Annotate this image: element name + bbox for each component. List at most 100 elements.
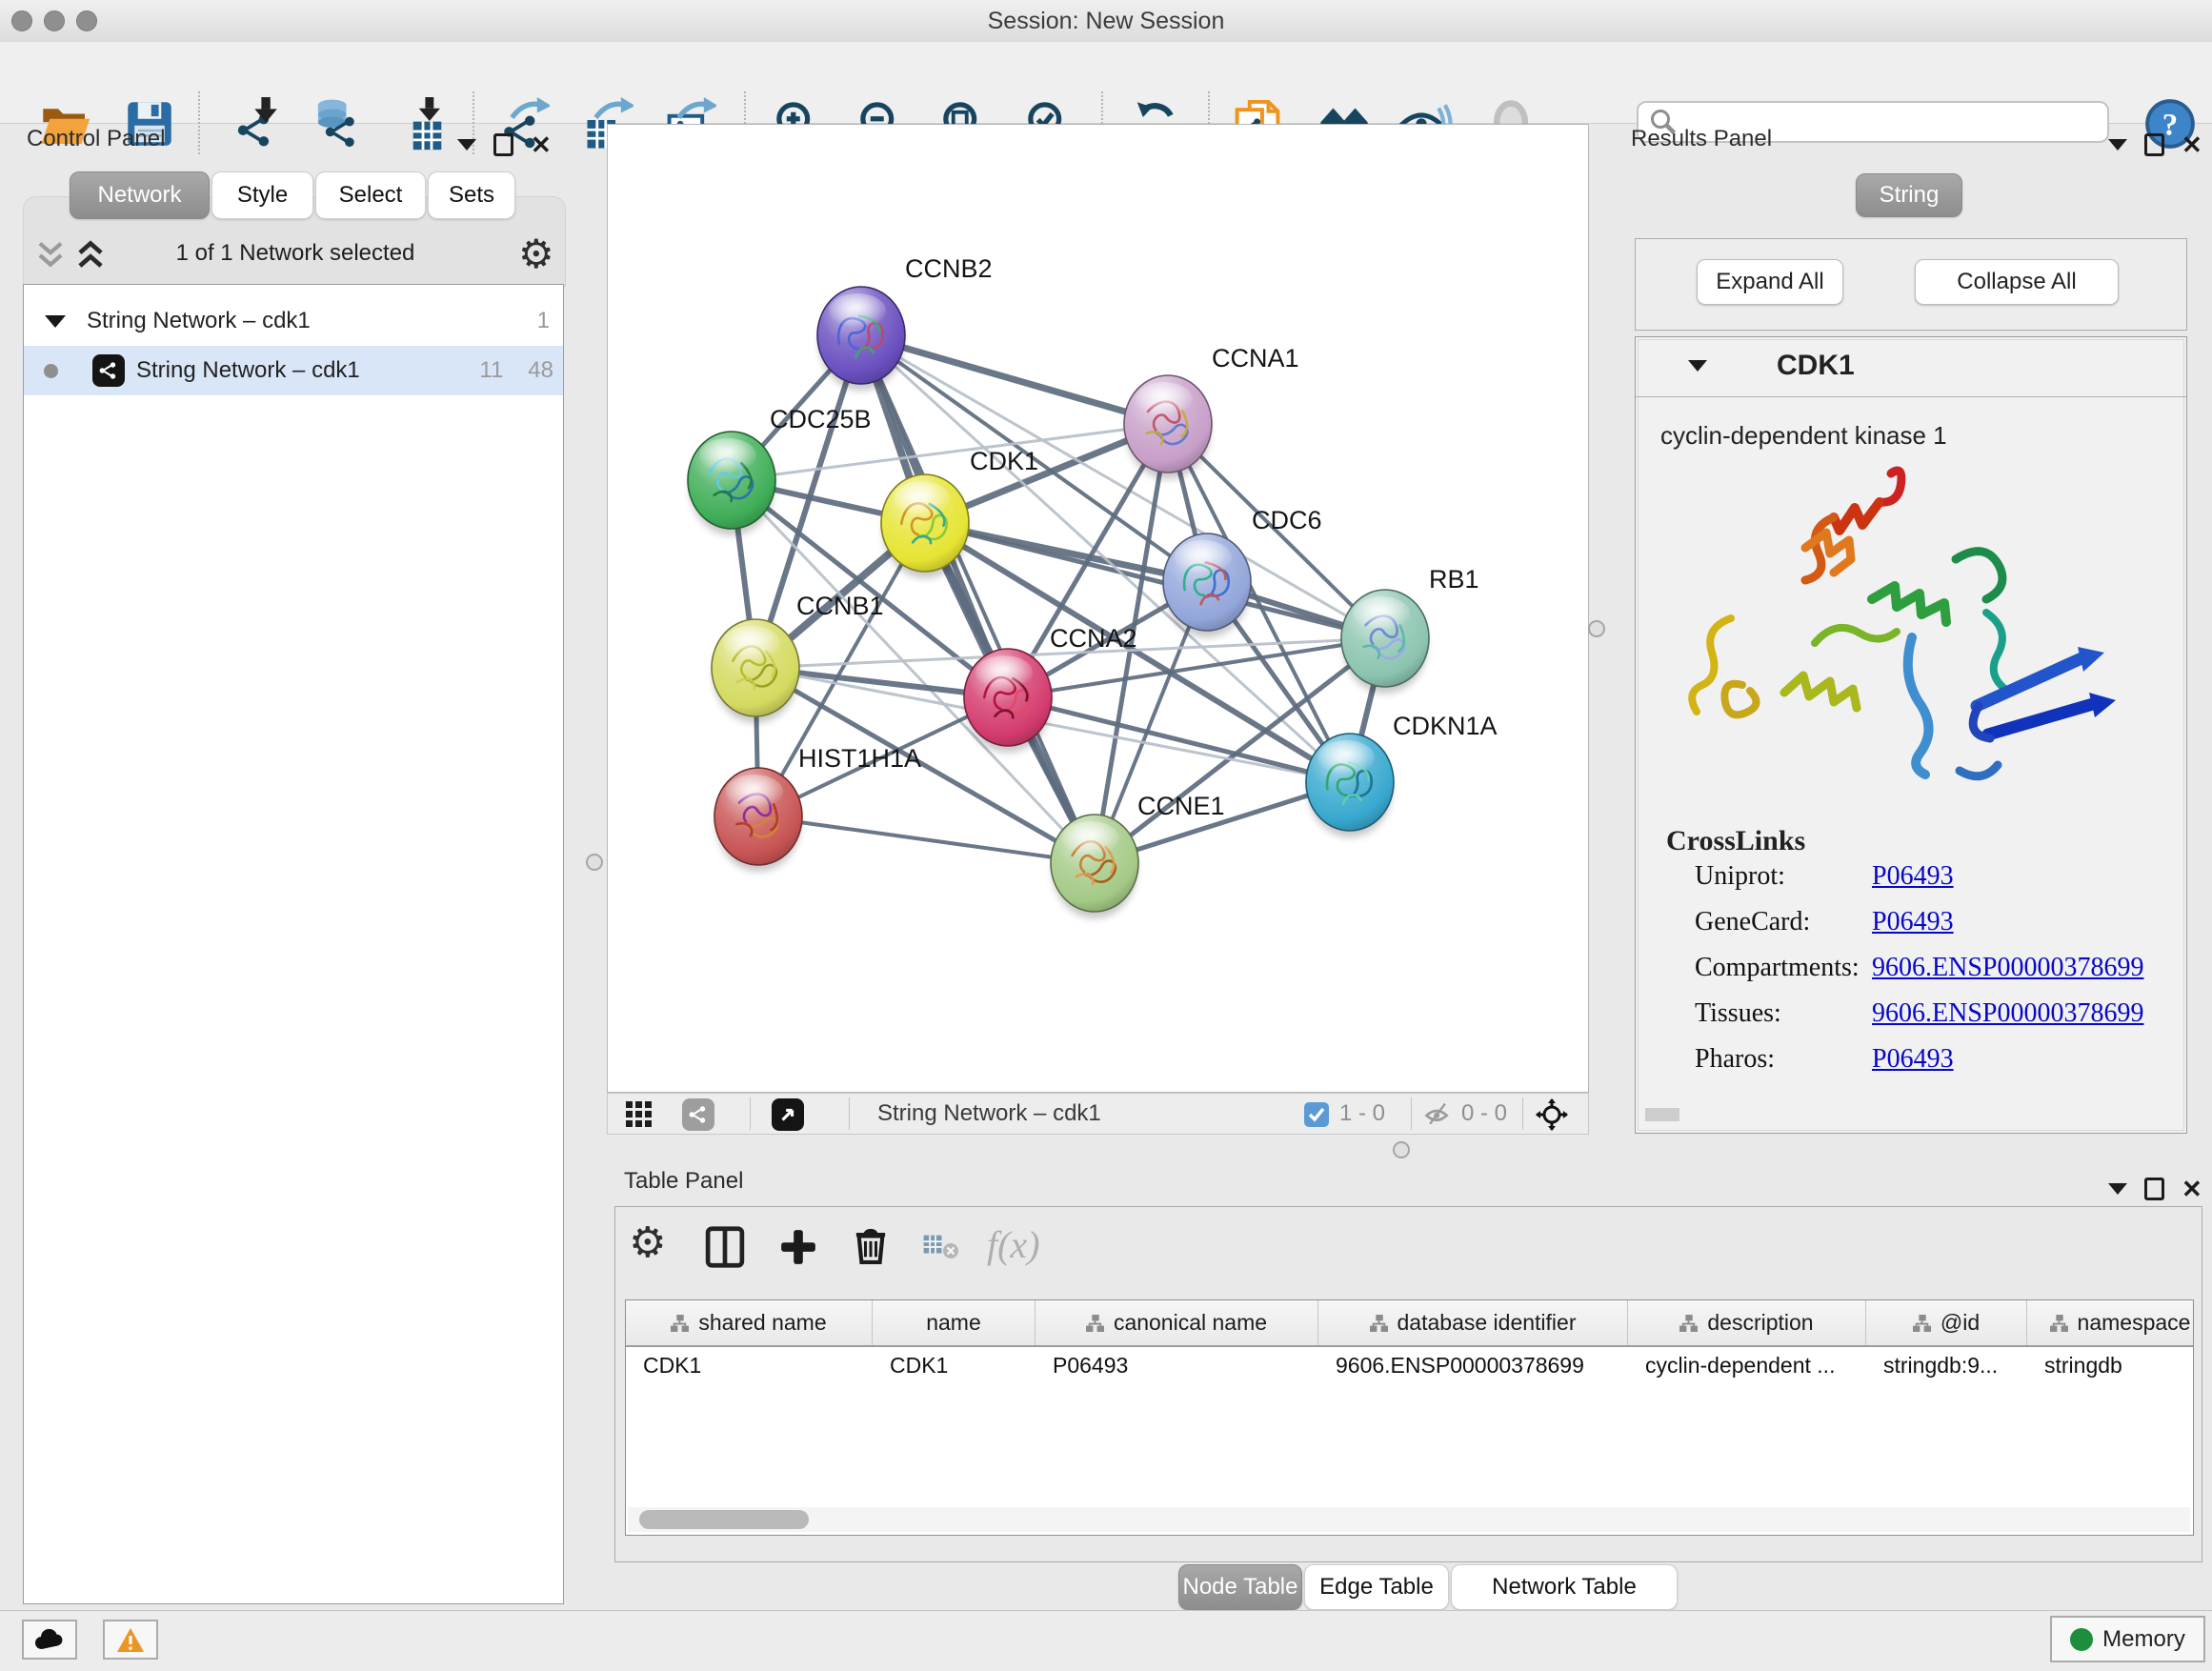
column-type-icon xyxy=(1679,1315,1698,1332)
node-label-CCNA1: CCNA1 xyxy=(1212,344,1299,372)
node-table[interactable]: shared namenamecanonical namedatabase id… xyxy=(625,1299,2194,1536)
cell-database-identifier[interactable]: 9606.ENSP00000378699 xyxy=(1318,1345,1628,1385)
node-CCNB1[interactable]: CCNB1 xyxy=(712,592,884,723)
tree-expander-icon[interactable] xyxy=(45,315,66,328)
network-view-canvas[interactable]: CCNB2CCNA1CDC25BCDK1CDC6RB1CCNB1CCNA2CDK… xyxy=(607,124,1589,1093)
collection-name: String Network – cdk1 xyxy=(87,308,311,334)
table-options-gear-icon[interactable]: ⚙ xyxy=(629,1218,666,1267)
maximize-panel-icon[interactable] xyxy=(493,133,513,156)
cell-shared-name[interactable]: CDK1 xyxy=(626,1345,873,1385)
import-table-icon[interactable] xyxy=(398,97,452,151)
float-panel-icon[interactable] xyxy=(457,139,476,151)
grid-view-icon[interactable] xyxy=(625,1100,654,1134)
expand-all-button[interactable]: Expand All xyxy=(1697,259,1843,305)
warning-status-button[interactable] xyxy=(103,1620,158,1660)
cell-namespace[interactable]: stringdb xyxy=(2027,1345,2194,1385)
collapse-all-networks-icon[interactable] xyxy=(34,238,67,277)
toolbar-separator xyxy=(1522,1097,1523,1130)
crosslink-value-link[interactable]: 9606.ENSP00000378699 xyxy=(1872,998,2143,1029)
network-name: String Network – cdk1 xyxy=(136,357,360,384)
crosslink-row: Uniprot:P06493 xyxy=(1695,861,2171,892)
table-header-row: shared namenamecanonical namedatabase id… xyxy=(626,1300,2194,1347)
column-header-description[interactable]: description xyxy=(1628,1300,1866,1345)
edge-CDK1-RB1[interactable] xyxy=(925,523,1385,638)
close-panel-icon[interactable]: ✕ xyxy=(531,135,552,154)
open-in-new-window-icon[interactable] xyxy=(772,1098,804,1131)
cell-canonical-name[interactable]: P06493 xyxy=(1036,1345,1318,1385)
crosslink-value-link[interactable]: P06493 xyxy=(1872,861,1954,892)
birds-eye-crosshair-icon[interactable] xyxy=(1536,1098,1568,1136)
float-panel-icon[interactable] xyxy=(2108,139,2127,151)
crosslink-label: Tissues: xyxy=(1695,998,1781,1028)
node-CDKN1A[interactable]: CDKN1A xyxy=(1306,712,1498,837)
node-CCNA1[interactable]: CCNA1 xyxy=(1124,344,1299,479)
tab-style[interactable]: Style xyxy=(211,171,313,219)
crosslink-value-link[interactable]: P06493 xyxy=(1872,907,1954,937)
crosslink-label: Pharos: xyxy=(1695,1044,1775,1074)
tab-network[interactable]: Network xyxy=(70,171,210,219)
network-type-icon[interactable] xyxy=(682,1098,714,1131)
tab-node-table[interactable]: Node Table xyxy=(1178,1564,1302,1610)
hidden-node-edge-counts: 0 - 0 xyxy=(1461,1094,1507,1134)
column-header-shared-name[interactable]: shared name xyxy=(626,1300,873,1345)
maximize-panel-icon[interactable] xyxy=(2144,1178,2164,1200)
column-header-canonical-name[interactable]: canonical name xyxy=(1036,1300,1318,1345)
node-label-CCNE1: CCNE1 xyxy=(1137,792,1225,820)
edge-CCNB2-CCNE1[interactable] xyxy=(861,335,1095,863)
cloud-status-button[interactable] xyxy=(22,1620,77,1660)
results-hscrollbar-thumb[interactable] xyxy=(1645,1108,1679,1121)
node-HIST1H1A[interactable]: HIST1H1A xyxy=(714,744,921,872)
network-options-gear-icon[interactable]: ⚙ xyxy=(518,231,554,277)
column-header-@id[interactable]: @id xyxy=(1866,1300,2027,1345)
column-header-database-identifier[interactable]: database identifier xyxy=(1318,1300,1628,1345)
right-splitter-handle[interactable] xyxy=(1588,620,1605,637)
cell-@id[interactable]: stringdb:9... xyxy=(1866,1345,2027,1385)
tab-edge-table[interactable]: Edge Table xyxy=(1304,1564,1449,1610)
tab-select[interactable]: Select xyxy=(315,171,426,219)
cell-name[interactable]: CDK1 xyxy=(873,1345,1036,1385)
network-row-selected[interactable]: String Network – cdk1 11 48 xyxy=(24,346,563,395)
node-CCNE1[interactable]: CCNE1 xyxy=(1051,792,1225,918)
cloud-icon xyxy=(33,1627,66,1652)
node-RB1[interactable]: RB1 xyxy=(1341,565,1479,694)
network-collection-row[interactable]: String Network – cdk1 1 xyxy=(24,296,563,346)
selected-checkbox-icon[interactable] xyxy=(1303,1101,1330,1133)
cell-description[interactable]: cyclin-dependent ... xyxy=(1628,1345,1866,1385)
function-builder-icon[interactable]: f(x) xyxy=(987,1222,1040,1267)
delete-column-trash-icon[interactable] xyxy=(850,1224,892,1271)
table-hscrollbar-thumb[interactable] xyxy=(639,1510,809,1529)
crosslink-value-link[interactable]: 9606.ENSP00000378699 xyxy=(1872,953,2143,983)
collapse-gene-icon[interactable] xyxy=(1688,360,1707,372)
delete-table-icon[interactable] xyxy=(922,1232,960,1267)
node-label-RB1: RB1 xyxy=(1429,565,1479,594)
close-panel-icon[interactable]: ✕ xyxy=(2182,135,2202,154)
create-column-plus-icon[interactable] xyxy=(777,1226,819,1273)
node-CCNB2[interactable]: CCNB2 xyxy=(817,254,993,391)
column-header-name[interactable]: name xyxy=(873,1300,1036,1345)
edge-HIST1H1A-CCNE1[interactable] xyxy=(758,816,1095,863)
left-splitter-handle[interactable] xyxy=(586,854,603,871)
close-panel-icon[interactable]: ✕ xyxy=(2182,1179,2202,1198)
expand-all-networks-icon[interactable] xyxy=(74,238,107,277)
show-columns-icon[interactable] xyxy=(704,1226,746,1273)
gene-section-header[interactable]: CDK1 xyxy=(1636,337,2186,397)
crosslink-value-link[interactable]: P06493 xyxy=(1872,1044,1954,1075)
bottom-splitter-handle[interactable] xyxy=(1393,1141,1410,1158)
column-header-namespace[interactable]: namespace xyxy=(2027,1300,2194,1345)
tab-network-table[interactable]: Network Table xyxy=(1451,1564,1678,1610)
memory-button[interactable]: Memory xyxy=(2050,1616,2205,1662)
import-network-file-icon[interactable] xyxy=(229,97,282,151)
table-row[interactable]: CDK1CDK1P064939606.ENSP00000378699cyclin… xyxy=(626,1345,2194,1385)
node-CCNA2[interactable]: CCNA2 xyxy=(964,624,1137,753)
collapse-all-button[interactable]: Collapse All xyxy=(1915,259,2119,305)
tab-sets[interactable]: Sets xyxy=(428,171,515,219)
control-panel-title: Control Panel xyxy=(27,126,165,152)
node-label-CDKN1A: CDKN1A xyxy=(1393,712,1498,740)
table-hscrollbar[interactable] xyxy=(628,1507,2190,1532)
tab-string-results[interactable]: String xyxy=(1856,173,1962,217)
import-network-database-icon[interactable] xyxy=(309,97,362,151)
edge-CCNB2-CCNA1[interactable] xyxy=(861,335,1168,424)
float-panel-icon[interactable] xyxy=(2108,1183,2127,1195)
maximize-panel-icon[interactable] xyxy=(2144,133,2164,156)
memory-status-dot-icon xyxy=(2070,1628,2093,1651)
